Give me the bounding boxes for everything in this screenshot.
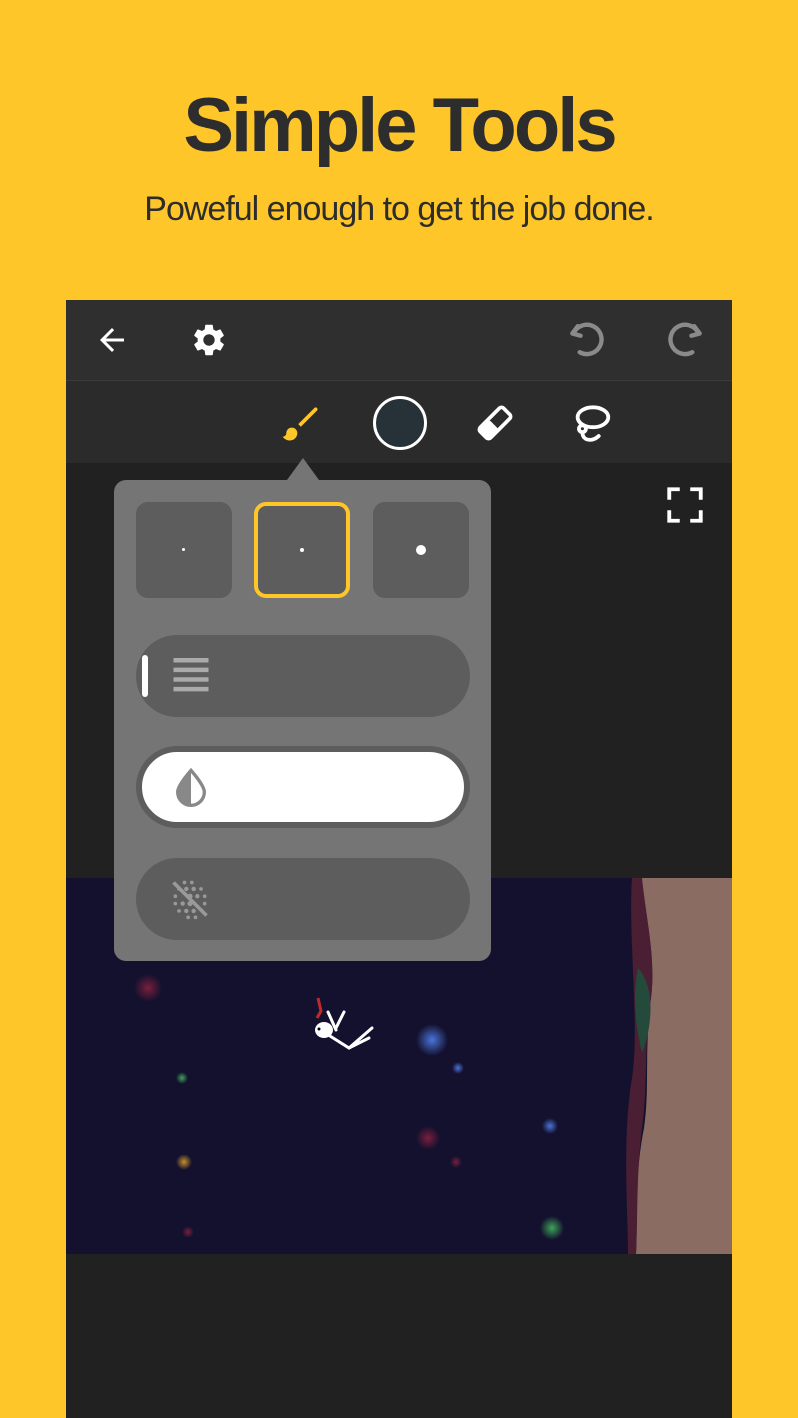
layers-slider-fill	[142, 655, 148, 697]
redo-icon[interactable]	[663, 317, 707, 361]
undo-icon[interactable]	[565, 317, 609, 361]
back-arrow-icon[interactable]	[94, 322, 130, 358]
tool-bar	[66, 381, 732, 463]
page-subtitle: Poweful enough to get the job done.	[144, 190, 654, 228]
gear-icon[interactable]	[190, 321, 228, 359]
app-screen	[66, 300, 732, 1418]
brush-size-medium[interactable]	[254, 502, 350, 598]
top-app-bar	[66, 300, 732, 381]
layers-slider[interactable]	[136, 635, 470, 717]
color-swatch[interactable]	[373, 396, 427, 450]
fullscreen-icon[interactable]	[664, 484, 706, 526]
brush-settings-popup	[114, 480, 491, 961]
popup-caret	[287, 458, 319, 480]
texture-off-icon	[172, 880, 208, 920]
opacity-slider[interactable]	[136, 746, 470, 828]
eraser-icon[interactable]	[473, 401, 517, 445]
texture-slider[interactable]	[136, 858, 470, 940]
brush-size-small[interactable]	[136, 502, 232, 598]
brush-size-large[interactable]	[373, 502, 469, 598]
lasso-icon[interactable]	[569, 400, 615, 446]
opacity-icon	[175, 767, 207, 807]
layers-icon	[173, 657, 209, 692]
brush-icon[interactable]	[279, 402, 323, 446]
page-title: Simple Tools	[183, 83, 617, 168]
